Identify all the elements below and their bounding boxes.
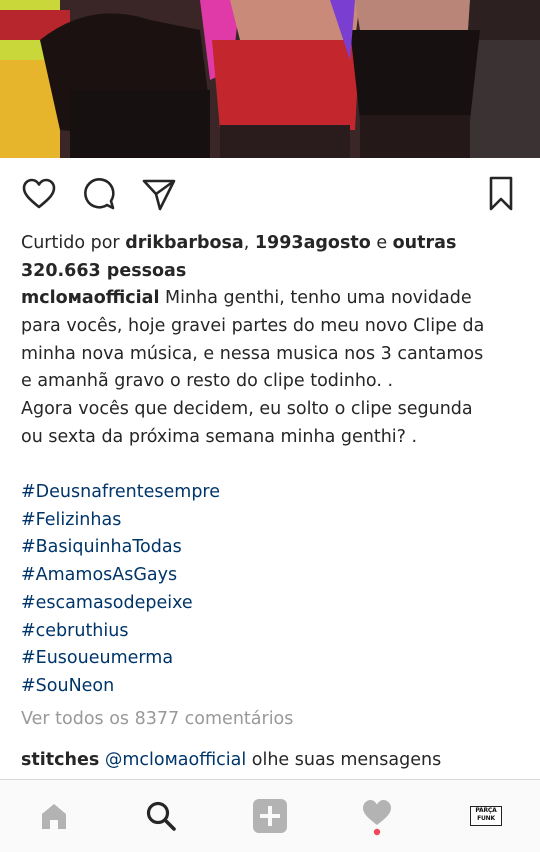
- liked-separator: ,: [243, 233, 255, 253]
- caption-line: e amanhã gravo o resto do clipe todinho.…: [21, 371, 394, 392]
- liked-user-1[interactable]: drikbarbosa: [125, 233, 244, 253]
- nav-home[interactable]: [34, 796, 74, 836]
- likes-summary: Curtido por drikbarbosa, 1993agosto e ou…: [21, 229, 521, 285]
- search-icon: [146, 801, 176, 831]
- caption-line: Agora vocês que decidem, eu solto o clip…: [21, 399, 473, 420]
- comment-mention[interactable]: @mcloмaofficial: [105, 750, 246, 770]
- hashtag-link[interactable]: #escamasodepeixe: [21, 590, 220, 618]
- profile-avatar: PARÇA FUNK: [470, 806, 502, 826]
- post-photo[interactable]: [0, 0, 540, 158]
- hashtag-link[interactable]: #Eusoueumerma: [21, 645, 220, 673]
- heart-icon: [363, 800, 391, 836]
- hashtag-link[interactable]: #BasiquinhaTodas: [21, 534, 220, 562]
- bottom-navigation: PARÇA FUNK: [0, 779, 540, 852]
- nav-add-post[interactable]: [250, 796, 290, 836]
- caption-line: Minha genthi, tenho uma novidade: [165, 288, 472, 308]
- liked-user-2[interactable]: 1993agosto: [255, 233, 371, 253]
- add-post-icon: [253, 799, 287, 833]
- comment-item: stitches @mcloмaofficial olhe suas mensa…: [21, 746, 441, 774]
- home-icon: [42, 804, 66, 829]
- liked-and: e: [370, 233, 393, 253]
- post-actions: [0, 172, 540, 212]
- nav-activity[interactable]: [357, 796, 397, 836]
- caption-username[interactable]: mcloмaofficial: [21, 288, 159, 308]
- caption-line: para vocês, hoje gravei partes do meu no…: [21, 315, 485, 336]
- heart-outline-icon[interactable]: [21, 176, 57, 212]
- nav-search[interactable]: [141, 796, 181, 836]
- hashtag-link[interactable]: #SouNeon: [21, 673, 220, 701]
- hashtag-list: #Deusnafrentesempre #Felizinhas #Basiqui…: [21, 479, 220, 701]
- comment-username[interactable]: stitches: [21, 750, 99, 770]
- hashtag-link[interactable]: #Felizinhas: [21, 507, 220, 535]
- nav-profile[interactable]: PARÇA FUNK: [466, 796, 506, 836]
- hashtag-link[interactable]: #cebruthius: [21, 618, 220, 646]
- paper-plane-icon[interactable]: [141, 176, 177, 212]
- speech-bubble-icon[interactable]: [81, 176, 117, 212]
- caption-line: ou sexta da próxima semana minha genthi?…: [21, 426, 418, 447]
- hashtag-link[interactable]: #AmamosAsGays: [21, 562, 220, 590]
- bookmark-icon[interactable]: [483, 176, 519, 212]
- post-caption: mcloмaofficial Minha genthi, tenho uma n…: [21, 285, 521, 452]
- comment-text: olhe suas mensagens: [246, 750, 442, 770]
- view-all-comments-link[interactable]: Ver todos os 8377 comentários: [21, 709, 293, 729]
- photo-image: [0, 0, 540, 158]
- hashtag-link[interactable]: #Deusnafrentesempre: [21, 479, 220, 507]
- caption-line: minha nova música, e nessa musica nos 3 …: [21, 343, 484, 364]
- liked-by-prefix: Curtido por: [21, 233, 126, 253]
